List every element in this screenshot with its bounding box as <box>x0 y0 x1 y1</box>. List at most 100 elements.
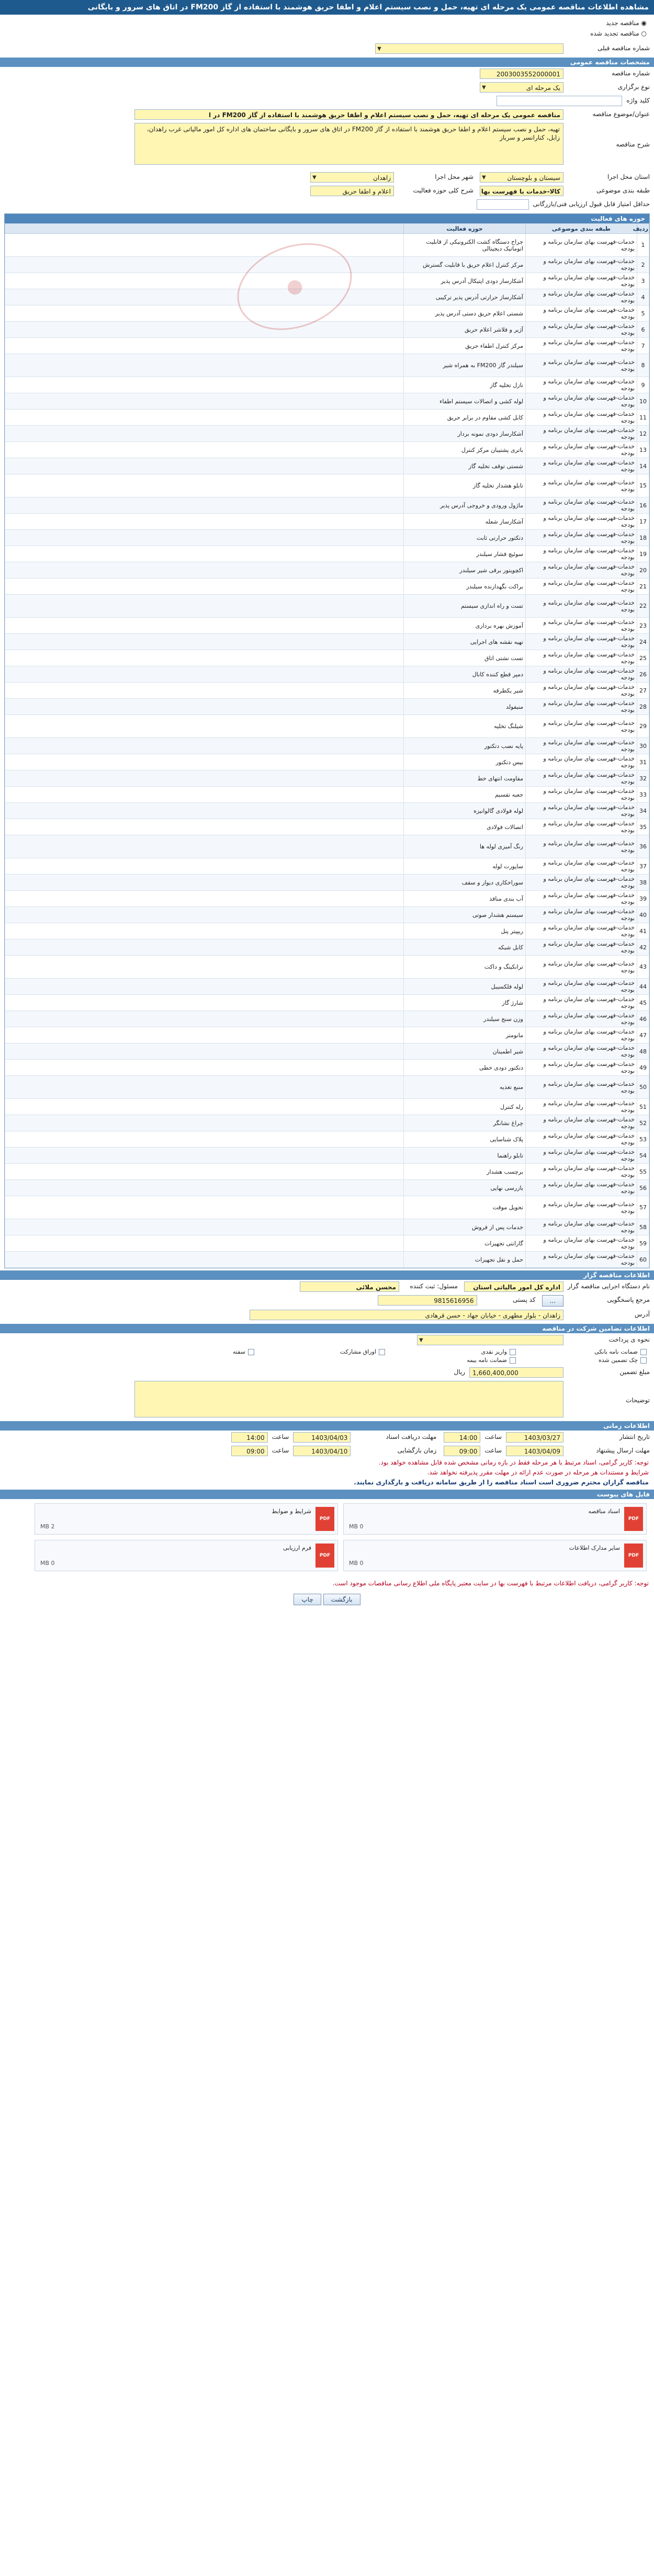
tender-title-field[interactable]: مناقصه عمومی یک مرحله ای تهیه، حمل و نصب… <box>134 109 563 120</box>
table-row[interactable]: 53 خدمات-فهرست بهای سازمان برنامه و بودجه… <box>5 1131 649 1148</box>
address-field[interactable]: زاهدان - بلوار مطهری - خیابان جهاد - حسن… <box>250 1310 563 1320</box>
table-row[interactable]: 21 خدمات-فهرست بهای سازمان برنامه و بودجه… <box>5 578 649 595</box>
col-row-header[interactable]: ردیف <box>633 223 649 234</box>
table-row[interactable]: 33 خدمات-فهرست بهای سازمان برنامه و بودجه… <box>5 786 649 803</box>
table-row[interactable]: 24 خدمات-فهرست بهای سازمان برنامه و بودجه… <box>5 633 649 650</box>
table-row[interactable]: 13 خدمات-فهرست بهای سازمان برنامه و بودجه… <box>5 441 649 458</box>
table-row[interactable]: 11 خدمات-فهرست بهای سازمان برنامه و بودجه… <box>5 409 649 426</box>
deposit-amount-field[interactable]: 1,660,400,000 <box>469 1367 563 1378</box>
deposit-option[interactable]: واریز نقدی <box>385 1348 516 1356</box>
deposit-option[interactable]: ضمانت نامه بیمه <box>385 1356 516 1365</box>
checkbox[interactable] <box>510 1349 516 1355</box>
checkbox[interactable] <box>248 1349 254 1355</box>
table-row[interactable]: 48 خدمات-فهرست بهای سازمان برنامه و بودجه… <box>5 1043 649 1060</box>
table-row[interactable]: 18 خدمات-فهرست بهای سازمان برنامه و بودجه… <box>5 529 649 546</box>
table-row[interactable]: 38 خدمات-فهرست بهای سازمان برنامه و بودجه… <box>5 874 649 891</box>
checkbox[interactable] <box>379 1349 385 1355</box>
col-category-header[interactable]: طبقه بندی موضوعی <box>525 223 637 234</box>
deposit-option[interactable]: چک تضمین شده <box>516 1356 647 1365</box>
table-row[interactable]: 50 خدمات-فهرست بهای سازمان برنامه و بودجه… <box>5 1075 649 1099</box>
table-row[interactable]: 6 خدمات-فهرست بهای سازمان برنامه و بودجه آ… <box>5 321 649 338</box>
radio-renewed-tender[interactable]: ○ مناقصه تجدید شده <box>7 28 647 39</box>
table-row[interactable]: 30 خدمات-فهرست بهای سازمان برنامه و بودجه… <box>5 737 649 754</box>
table-row[interactable]: 45 خدمات-فهرست بهای سازمان برنامه و بودجه… <box>5 994 649 1011</box>
tender-number-field[interactable]: 2003003552000001 <box>480 69 563 79</box>
table-row[interactable]: 19 خدمات-فهرست بهای سازمان برنامه و بودجه… <box>5 546 649 562</box>
publish-date-field[interactable]: 1403/03/27 <box>506 1432 563 1443</box>
table-row[interactable]: 37 خدمات-فهرست بهای سازمان برنامه و بودجه… <box>5 858 649 875</box>
back-button[interactable]: بازگشت <box>323 1594 360 1605</box>
table-row[interactable]: 54 خدمات-فهرست بهای سازمان برنامه و بودجه… <box>5 1147 649 1164</box>
open-date-field[interactable]: 1403/04/10 <box>293 1446 351 1456</box>
tender-type-select[interactable]: یک مرحله ای ▼ <box>480 82 563 93</box>
province-select[interactable]: سیستان و بلوچستان ▼ <box>480 172 563 183</box>
table-row[interactable]: 56 خدمات-فهرست بهای سازمان برنامه و بودجه… <box>5 1179 649 1196</box>
publish-time-field[interactable]: 14:00 <box>444 1432 481 1443</box>
category-field[interactable]: کالا-خدمات با فهرست بها <box>480 186 563 196</box>
attachment-item[interactable]: PDF شرایط و ضوابط 2 MB <box>35 1503 338 1535</box>
table-row[interactable]: 32 خدمات-فهرست بهای سازمان برنامه و بودجه… <box>5 770 649 787</box>
deposit-option[interactable]: سفته <box>123 1348 254 1356</box>
table-row[interactable]: 22 خدمات-فهرست بهای سازمان برنامه و بودجه… <box>5 594 649 618</box>
table-row[interactable]: 55 خدمات-فهرست بهای سازمان برنامه و بودجه… <box>5 1163 649 1180</box>
table-row[interactable]: 15 خدمات-فهرست بهای سازمان برنامه و بودجه… <box>5 474 649 497</box>
deposit-option[interactable]: اوراق مشارکت <box>254 1348 385 1356</box>
table-row[interactable]: 40 خدمات-فهرست بهای سازمان برنامه و بودجه… <box>5 906 649 923</box>
table-row[interactable]: 47 خدمات-فهرست بهای سازمان برنامه و بودجه… <box>5 1027 649 1043</box>
table-row[interactable]: 49 خدمات-فهرست بهای سازمان برنامه و بودجه… <box>5 1059 649 1076</box>
table-row[interactable]: 42 خدمات-فهرست بهای سازمان برنامه و بودجه… <box>5 939 649 956</box>
table-row[interactable]: 59 خدمات-فهرست بهای سازمان برنامه و بودجه… <box>5 1235 649 1252</box>
table-row[interactable]: 58 خدمات-فهرست بهای سازمان برنامه و بودجه… <box>5 1219 649 1235</box>
table-row[interactable]: 43 خدمات-فهرست بهای سازمان برنامه و بودجه… <box>5 955 649 979</box>
table-row[interactable]: 52 خدمات-فهرست بهای سازمان برنامه و بودجه… <box>5 1115 649 1131</box>
radio-new-tender[interactable]: ◉ مناقصه جدید <box>7 18 647 28</box>
organizer-name-field[interactable]: اداره کل امور مالیاتی استان <box>464 1281 563 1292</box>
table-row[interactable]: 16 خدمات-فهرست بهای سازمان برنامه و بودجه… <box>5 497 649 514</box>
attachment-item[interactable]: PDF اسناد مناقصه 0 MB <box>343 1503 647 1535</box>
checkbox[interactable] <box>640 1357 647 1364</box>
table-row[interactable]: 23 خدمات-فهرست بهای سازمان برنامه و بودجه… <box>5 617 649 634</box>
table-row[interactable]: 10 خدمات-فهرست بهای سازمان برنامه و بودجه… <box>5 393 649 410</box>
table-row[interactable]: 25 خدمات-فهرست بهای سازمان برنامه و بودجه… <box>5 650 649 666</box>
table-row[interactable]: 34 خدمات-فهرست بهای سازمان برنامه و بودجه… <box>5 802 649 819</box>
min-score-field[interactable] <box>476 199 529 210</box>
table-row[interactable]: 20 خدمات-فهرست بهای سازمان برنامه و بودجه… <box>5 562 649 578</box>
table-row[interactable]: 14 خدمات-فهرست بهای سازمان برنامه و بودجه… <box>5 458 649 474</box>
table-row[interactable]: 51 خدمات-فهرست بهای سازمان برنامه و بودجه… <box>5 1098 649 1115</box>
print-button[interactable]: چاپ <box>294 1594 321 1605</box>
city-select[interactable]: زاهدان ▼ <box>310 172 394 183</box>
table-row[interactable]: 57 خدمات-فهرست بهای سازمان برنامه و بودجه… <box>5 1196 649 1219</box>
table-row[interactable]: 27 خدمات-فهرست بهای سازمان برنامه و بودجه… <box>5 682 649 699</box>
deposit-note-field[interactable] <box>134 1381 563 1417</box>
ref-lookup-button[interactable]: ... <box>542 1295 563 1307</box>
table-row[interactable]: 7 خدمات-فهرست بهای سازمان برنامه و بودجه م… <box>5 337 649 354</box>
checkbox[interactable] <box>640 1349 647 1355</box>
table-row[interactable]: 44 خدمات-فهرست بهای سازمان برنامه و بودجه… <box>5 978 649 995</box>
open-time-field[interactable]: 09:00 <box>231 1446 268 1456</box>
table-row[interactable]: 29 خدمات-فهرست بهای سازمان برنامه و بودجه… <box>5 714 649 738</box>
postcode-field[interactable]: 9815616956 <box>377 1295 477 1306</box>
prev-tender-select[interactable]: ▼ <box>375 43 563 54</box>
table-row[interactable]: 31 خدمات-فهرست بهای سازمان برنامه و بودجه… <box>5 754 649 770</box>
table-row[interactable]: 28 خدمات-فهرست بهای سازمان برنامه و بودجه… <box>5 698 649 715</box>
table-row[interactable]: 26 خدمات-فهرست بهای سازمان برنامه و بودجه… <box>5 666 649 683</box>
attachment-item[interactable]: PDF سایر مدارک اطلاعات 0 MB <box>343 1540 647 1571</box>
table-row[interactable]: 60 خدمات-فهرست بهای سازمان برنامه و بودجه… <box>5 1251 649 1268</box>
doc-end-date-field[interactable]: 1403/04/03 <box>293 1432 351 1443</box>
table-row[interactable]: 41 خدمات-فهرست بهای سازمان برنامه و بودجه… <box>5 923 649 939</box>
checkbox[interactable] <box>510 1357 516 1364</box>
attachment-item[interactable]: PDF فرم ارزیابی 0 MB <box>35 1540 338 1571</box>
doc-end-time-field[interactable]: 14:00 <box>231 1432 268 1443</box>
table-row[interactable]: 17 خدمات-فهرست بهای سازمان برنامه و بودجه… <box>5 513 649 530</box>
category-desc-field[interactable]: اعلام و اطفا حریق <box>310 186 394 196</box>
table-row[interactable]: 8 خدمات-فهرست بهای سازمان برنامه و بودجه س… <box>5 354 649 377</box>
col-field-header[interactable]: حوزه فعالیت <box>403 223 526 234</box>
tender-desc-field[interactable]: تهیه، حمل و نصب سیستم اعلام و اطفا حریق … <box>134 123 563 165</box>
deposit-type-select[interactable]: ▼ <box>417 1335 563 1345</box>
table-row[interactable]: 12 خدمات-فهرست بهای سازمان برنامه و بودجه… <box>5 425 649 442</box>
offer-end-date-field[interactable]: 1403/04/09 <box>506 1446 563 1456</box>
table-row[interactable]: 39 خدمات-فهرست بهای سازمان برنامه و بودجه… <box>5 890 649 907</box>
keyword-field[interactable] <box>497 96 623 106</box>
table-row[interactable]: 36 خدمات-فهرست بهای سازمان برنامه و بودجه… <box>5 835 649 858</box>
deposit-option[interactable]: ضمانت نامه بانکی <box>516 1348 647 1356</box>
